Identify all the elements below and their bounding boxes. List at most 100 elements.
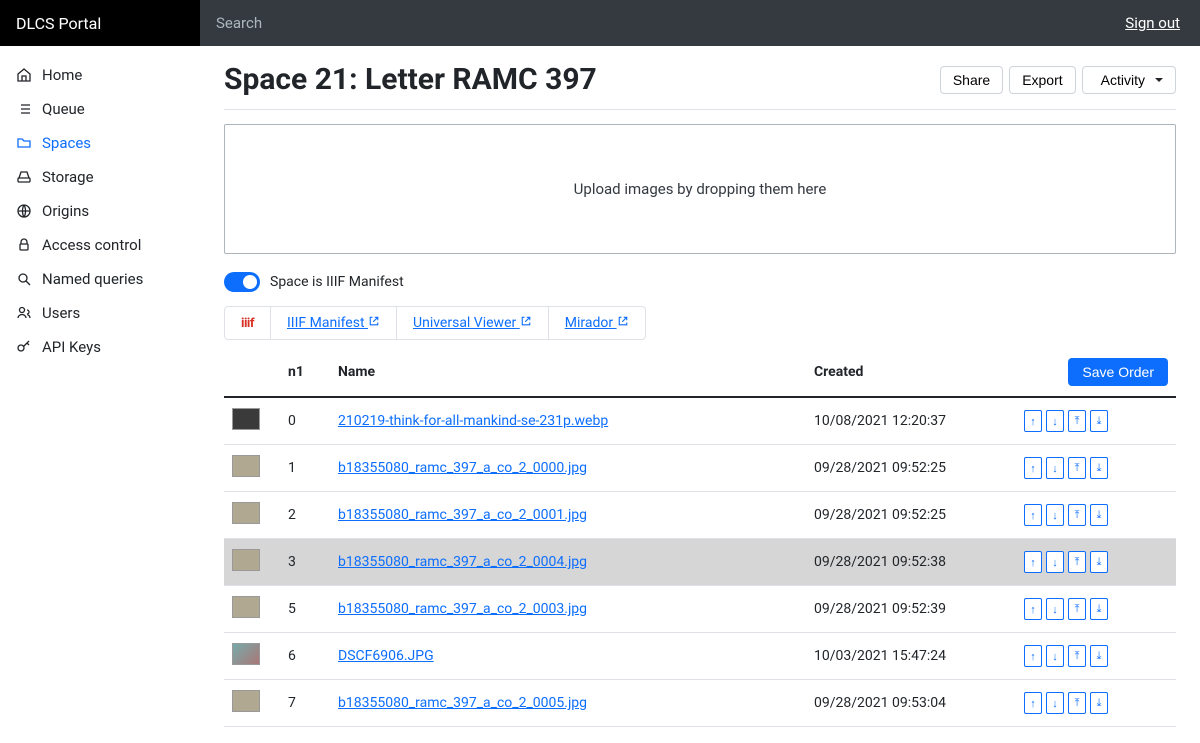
nav-queue[interactable]: Queue <box>0 92 200 126</box>
table-row: 5 b18355080_ramc_397_a_co_2_0003.jpg 09/28… <box>224 586 1176 633</box>
order-up-button[interactable]: ↑ <box>1024 504 1042 526</box>
sidebar: Home Queue Spaces Storage Origins Access cont… <box>0 46 200 743</box>
save-order-button[interactable]: Save Order <box>1068 358 1168 386</box>
order-down-button[interactable]: ↓ <box>1046 457 1064 479</box>
row-created: 10/08/2021 12:20:37 <box>806 397 1016 445</box>
drive-icon <box>16 169 32 185</box>
order-up-button[interactable]: ↑ <box>1024 410 1042 432</box>
order-bottom-button[interactable]: ⤓ <box>1090 457 1108 479</box>
row-n1: 3 <box>280 539 330 586</box>
iiif-manifest-toggle[interactable] <box>224 272 260 292</box>
image-name-link[interactable]: b18355080_ramc_397_a_co_2_0004.jpg <box>338 554 587 570</box>
row-created: 09/28/2021 09:52:25 <box>806 445 1016 492</box>
activity-dropdown[interactable]: Activity <box>1082 66 1176 94</box>
iiif-icon: iiif <box>241 316 254 331</box>
image-name-link[interactable]: b18355080_ramc_397_a_co_2_0003.jpg <box>338 601 587 617</box>
nav-label: Spaces <box>42 134 91 152</box>
order-up-button[interactable]: ↑ <box>1024 645 1042 667</box>
image-name-link[interactable]: 210219-think-for-all-mankind-se-231p.web… <box>338 413 608 429</box>
nav-api-keys[interactable]: API Keys <box>0 330 200 364</box>
brand: DLCS Portal <box>0 0 200 46</box>
mirador-link[interactable]: Mirador <box>565 315 629 331</box>
order-top-button[interactable]: ⤒ <box>1068 598 1086 620</box>
order-up-button[interactable]: ↑ <box>1024 457 1042 479</box>
order-top-button[interactable]: ⤒ <box>1068 457 1086 479</box>
nav-storage[interactable]: Storage <box>0 160 200 194</box>
order-up-button[interactable]: ↑ <box>1024 692 1042 714</box>
table-row: 7b18355080_ramc_397_a_co_2_0005.jpg09/28… <box>224 680 1176 727</box>
row-n1: 2 <box>280 492 330 539</box>
order-up-button[interactable]: ↑ <box>1024 551 1042 573</box>
table-row: 3 b18355080_ramc_397_a_co_2_0004.jpg 09/28… <box>224 539 1176 586</box>
row-n1: 0 <box>280 397 330 445</box>
order-top-button[interactable]: ⤒ <box>1068 645 1086 667</box>
search-input[interactable]: Search <box>200 14 1105 32</box>
page-title: Space 21: Letter RAMC 397 <box>224 62 597 97</box>
nav-label: API Keys <box>42 338 101 356</box>
table-row: 0 210219-think-for-all-mankind-se-231p.we… <box>224 397 1176 445</box>
nav-users[interactable]: Users <box>0 296 200 330</box>
share-button[interactable]: Share <box>940 66 1003 94</box>
order-bottom-button[interactable]: ⤓ <box>1090 410 1108 432</box>
order-down-button[interactable]: ↓ <box>1046 598 1064 620</box>
order-up-button[interactable]: ↑ <box>1024 598 1042 620</box>
order-top-button[interactable]: ⤒ <box>1068 504 1086 526</box>
image-name-link[interactable]: b18355080_ramc_397_a_co_2_0000.jpg <box>338 460 587 476</box>
order-bottom-button[interactable]: ⤓ <box>1090 598 1108 620</box>
globe-icon <box>16 203 32 219</box>
nav-label: Home <box>42 66 82 84</box>
thumbnail[interactable] <box>232 643 260 665</box>
nav-label: Queue <box>42 100 85 118</box>
thumbnail[interactable] <box>232 596 260 618</box>
nav-access-control[interactable]: Access control <box>0 228 200 262</box>
order-down-button[interactable]: ↓ <box>1046 551 1064 573</box>
col-n1: n1 <box>280 350 330 397</box>
nav-named-queries[interactable]: Named queries <box>0 262 200 296</box>
row-n1: 1 <box>280 445 330 492</box>
external-icon <box>617 315 629 331</box>
order-bottom-button[interactable]: ⤓ <box>1090 645 1108 667</box>
thumbnail[interactable] <box>232 502 260 524</box>
order-down-button[interactable]: ↓ <box>1046 410 1064 432</box>
signout-link[interactable]: Sign out <box>1105 14 1200 32</box>
order-bottom-button[interactable]: ⤓ <box>1090 692 1108 714</box>
nav-origins[interactable]: Origins <box>0 194 200 228</box>
nav-home[interactable]: Home <box>0 58 200 92</box>
image-name-link[interactable]: DSCF6906.JPG <box>338 648 434 664</box>
nav-spaces[interactable]: Spaces <box>0 126 200 160</box>
order-top-button[interactable]: ⤒ <box>1068 410 1086 432</box>
images-table: n1 Name Created Save Order 0210219-think… <box>224 350 1176 727</box>
universal-viewer-link[interactable]: Universal Viewer <box>413 315 532 331</box>
image-name-link[interactable]: b18355080_ramc_397_a_co_2_0001.jpg <box>338 507 587 523</box>
table-row: 2b18355080_ramc_397_a_co_2_0001.jpg09/28… <box>224 492 1176 539</box>
row-n1: 5 <box>280 586 330 633</box>
key-icon <box>16 339 32 355</box>
col-created: Created <box>806 350 1016 397</box>
row-created: 09/28/2021 09:53:04 <box>806 680 1016 727</box>
thumbnail[interactable] <box>232 408 260 430</box>
image-name-link[interactable]: b18355080_ramc_397_a_co_2_0005.jpg <box>338 695 587 711</box>
order-bottom-button[interactable]: ⤓ <box>1090 551 1108 573</box>
order-top-button[interactable]: ⤒ <box>1068 692 1086 714</box>
list-icon <box>16 101 32 117</box>
manifest-links: iiif IIIF Manifest Universal Viewer Mira… <box>224 306 646 340</box>
thumbnail[interactable] <box>232 549 260 571</box>
iiif-manifest-link[interactable]: IIIF Manifest <box>287 315 380 331</box>
order-down-button[interactable]: ↓ <box>1046 645 1064 667</box>
nav-label: Users <box>42 304 80 322</box>
order-bottom-button[interactable]: ⤓ <box>1090 504 1108 526</box>
nav-label: Storage <box>42 168 94 186</box>
nav-label: Origins <box>42 202 89 220</box>
users-icon <box>16 305 32 321</box>
row-created: 09/28/2021 09:52:39 <box>806 586 1016 633</box>
thumbnail[interactable] <box>232 455 260 477</box>
order-top-button[interactable]: ⤒ <box>1068 551 1086 573</box>
dropzone[interactable]: Upload images by dropping them here <box>224 124 1176 254</box>
export-button[interactable]: Export <box>1009 66 1075 94</box>
row-created: 09/28/2021 09:52:38 <box>806 539 1016 586</box>
order-down-button[interactable]: ↓ <box>1046 504 1064 526</box>
folder-icon <box>16 135 32 151</box>
thumbnail[interactable] <box>232 690 260 712</box>
order-down-button[interactable]: ↓ <box>1046 692 1064 714</box>
row-n1: 6 <box>280 633 330 680</box>
